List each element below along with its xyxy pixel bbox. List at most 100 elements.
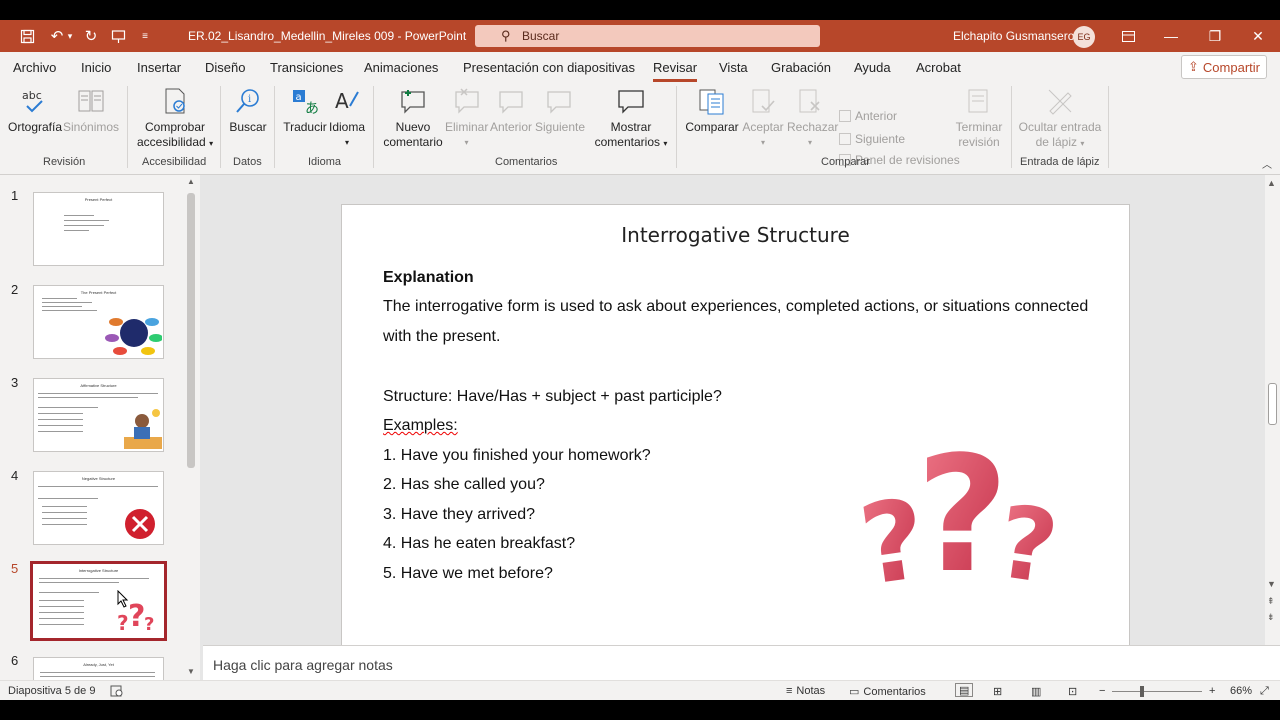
presenter-icon[interactable] [106,20,130,52]
search-box[interactable]: ⚲ Buscar [475,25,820,47]
tab-presentacion[interactable]: Presentación con diapositivas [463,60,635,75]
previous-slide-icon[interactable]: ⇞ [1267,596,1275,607]
redo-icon[interactable]: ↻ [79,20,103,52]
accessibility-status-icon[interactable] [110,685,124,697]
show-comments-button[interactable]: Mostrar comentarios ▾ [594,86,668,151]
restore-icon[interactable]: ❐ [1195,20,1235,52]
check-accessibility-button[interactable]: Comprobar accesibilidad ▾ [137,86,213,151]
slide-thumbnail-5[interactable]: Interrogative Structure ? ? ? [30,561,167,641]
ribbon-display-options-icon[interactable] [1108,20,1148,52]
user-name[interactable]: Elchapito Gusmansero [953,29,1074,43]
chevron-down-icon: ▾ [1080,139,1085,148]
slide-examples-label[interactable]: Examples: [383,417,458,435]
chevron-down-icon: ▾ [760,138,765,147]
customize-toolbar-icon[interactable]: ≡ [133,20,157,52]
reject-button[interactable]: Rechazar ▾ [787,86,838,150]
tab-animaciones[interactable]: Animaciones [364,60,438,75]
avatar[interactable]: EG [1073,26,1095,48]
slide-title[interactable]: Interrogative Structure [342,223,1129,247]
tab-inicio[interactable]: Inicio [81,60,111,75]
compare-button[interactable]: Comparar [685,86,739,135]
close-icon[interactable]: ✕ [1238,20,1278,52]
normal-view-icon[interactable]: ▤ [955,683,974,697]
thumbnail-number: 3 [11,375,19,390]
tab-grabacion[interactable]: Grabación [771,60,831,75]
compare-icon [697,86,727,116]
zoom-slider-track[interactable] [1112,691,1202,692]
minimize-icon[interactable]: — [1151,20,1191,52]
reading-view-icon[interactable]: ▥ [1031,685,1041,698]
example-item[interactable]: 2. Has she called you? [383,476,545,494]
accept-button[interactable]: Aceptar ▾ [741,86,785,150]
slide-thumbnail-4[interactable]: Negative Structure [33,471,164,545]
delete-comment-icon [452,86,482,116]
slide-scrollbar[interactable]: ▲ ▼ ⇞ ⇟ [1265,175,1280,645]
delete-comment-button[interactable]: Eliminar ▾ [445,86,488,150]
slideshow-icon[interactable]: ⊡ [1068,685,1077,698]
slide-thumbnail-1[interactable]: Present Perfect [33,192,164,266]
undo-dropdown-icon[interactable]: ▾ [64,20,76,52]
scrollbar-thumb[interactable] [1268,383,1277,425]
slide-body-line-2[interactable]: with the present. [383,328,500,346]
document-title: ER.02_Lisandro_Medellin_Mireles 009 - Po… [188,29,467,43]
tab-diseno[interactable]: Diseño [205,60,245,75]
notes-icon: ≡ [786,685,793,697]
new-comment-label-1: Nuevo [395,120,431,134]
spelling-button[interactable]: abc Ortografía [8,86,62,135]
scroll-down-icon[interactable]: ▼ [1267,579,1276,589]
zoom-level[interactable]: 66% [1230,685,1252,697]
notes-placeholder[interactable]: Haga clic para agregar notas [213,657,393,673]
tab-insertar[interactable]: Insertar [137,60,181,75]
slide-heading[interactable]: Explanation [383,269,474,287]
end-review-button[interactable]: Terminar revisión [952,86,1006,150]
example-item[interactable]: 1. Have you finished your homework? [383,447,651,465]
scroll-up-icon[interactable]: ▲ [1267,178,1276,188]
slide-structure[interactable]: Structure: Have/Has + subject + past par… [383,388,722,406]
next-comment-button[interactable]: Siguiente [535,86,585,135]
hide-ink-button[interactable]: Ocultar entrada de lápiz ▾ [1018,86,1102,151]
translate-button[interactable]: aあ Traducir [283,86,327,135]
zoom-in-icon[interactable]: + [1209,685,1215,697]
example-item[interactable]: 3. Have they arrived? [383,506,535,524]
tab-vista[interactable]: Vista [719,60,748,75]
slide-thumbnail-3[interactable]: Affirmative Structure [33,378,164,452]
zoom-slider-knob[interactable] [1140,686,1144,697]
new-comment-button[interactable]: Nuevo comentario [382,86,444,150]
accept-label: Aceptar [742,120,784,134]
collapse-ribbon-icon[interactable]: ︿ [1262,156,1272,171]
slide-thumbnail-6[interactable]: Already, Just, Yet [33,657,164,681]
synonyms-button[interactable]: Sinónimos [63,86,119,135]
next-change-button[interactable]: Siguiente [839,132,905,146]
scroll-down-icon[interactable]: ▼ [187,667,195,676]
next-slide-icon[interactable]: ⇟ [1267,612,1275,623]
tab-archivo[interactable]: Archivo [13,60,56,75]
question-marks-image[interactable]: ? ? ? [854,400,1074,610]
smart-lookup-button[interactable]: i Buscar [229,86,267,135]
language-button[interactable]: A Idioma ▾ [329,86,365,150]
tab-acrobat[interactable]: Acrobat [916,60,961,75]
share-button[interactable]: ⇪ Compartir [1181,55,1267,79]
previous-change-button[interactable]: Anterior [839,109,897,123]
title-bar: ↶ ▾ ↻ ≡ ER.02_Lisandro_Medellin_Mireles … [0,20,1280,52]
thumbnails-scrollbar[interactable]: ▲ ▼ [185,177,197,679]
fit-to-window-icon[interactable]: ⤢ [1260,685,1269,698]
comments-toggle-button[interactable]: ▭ Comentarios [849,685,926,699]
slide-body-line-1[interactable]: The interrogative form is used to ask ab… [383,298,1088,316]
slide-thumbnail-2[interactable]: The Present Perfect [33,285,164,359]
slide-sorter-icon[interactable]: ⊞ [993,685,1002,698]
scrollbar-thumb[interactable] [187,193,195,468]
scroll-up-icon[interactable]: ▲ [187,177,195,186]
notes-pane[interactable]: Haga clic para agregar notas [203,645,1280,681]
tab-transiciones[interactable]: Transiciones [270,60,343,75]
zoom-out-icon[interactable]: − [1099,685,1105,697]
save-icon[interactable] [15,20,39,52]
tab-ayuda[interactable]: Ayuda [854,60,891,75]
thumbnail-title: Negative Structure [81,476,116,481]
notes-toggle-button[interactable]: ≡ Notas [786,685,825,697]
tab-revisar[interactable]: Revisar [653,60,698,82]
previous-comment-button[interactable]: Anterior [489,86,533,135]
example-item[interactable]: 4. Has he eaten breakfast? [383,535,575,553]
current-slide[interactable]: Interrogative Structure Explanation The … [341,204,1130,650]
chevron-down-icon: ▾ [209,139,214,148]
example-item[interactable]: 5. Have we met before? [383,565,553,583]
